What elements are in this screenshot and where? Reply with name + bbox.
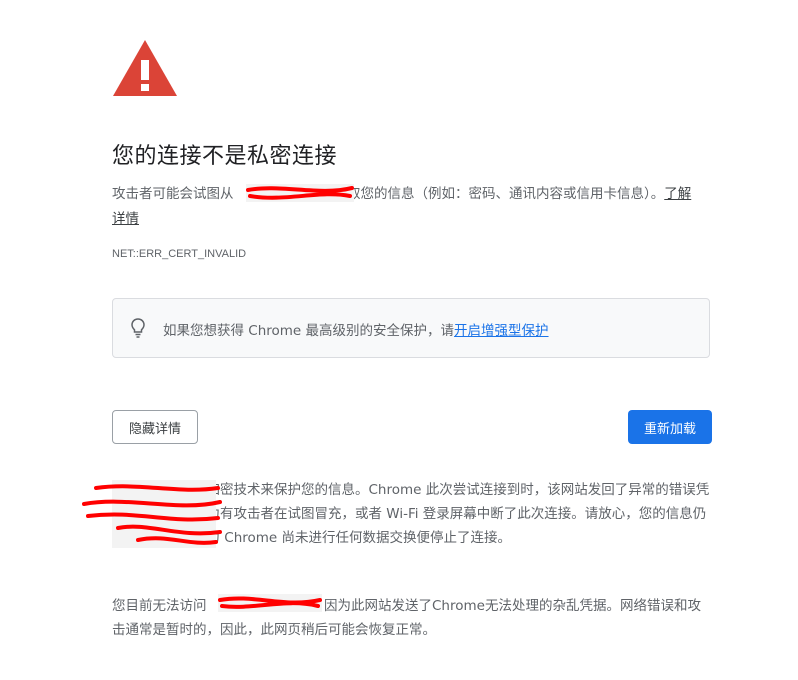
details-text-2: 您目前无法访问 ，因为此网站发送了Chrome无法处理的杂乱凭据。网络错误和攻击通… (112, 594, 712, 642)
desc-text-before: 攻击者可能会试图从 (112, 186, 234, 202)
hide-details-button[interactable]: 隐藏详情 (112, 410, 198, 444)
reload-button[interactable]: 重新加载 (628, 410, 712, 444)
warning-icon (113, 40, 177, 96)
enhanced-protection-link[interactable]: 开启增强型保护 (454, 323, 549, 339)
page-title: 您的连接不是私密连接 (112, 144, 338, 169)
details-text-1: 网站通常会使用加密技术来保护您的信息。Chrome 此次尝试连接到时，该网站发回… (112, 482, 710, 546)
details-text-2-before: 您目前无法访问 (112, 598, 207, 614)
protection-tip-box: 如果您想获得 Chrome 最高级别的安全保护，请开启增强型保护 (112, 298, 710, 358)
details-paragraph-1: 网站通常会使用加密技术来保护您的信息。Chrome 此次尝试连接到时，该网站发回… (112, 478, 712, 550)
desc-text-after: 窃取您的信息（例如：密码、通讯内容或信用卡信息）。 (333, 186, 665, 202)
error-description: 攻击者可能会试图从 窃取您的信息（例如：密码、通讯内容或信用卡信息）。了解详情 (112, 182, 697, 232)
details-paragraph-2: 您目前无法访问 ，因为此网站发送了Chrome无法处理的杂乱凭据。网络错误和攻击通… (112, 594, 712, 642)
lightbulb-icon (131, 318, 145, 338)
protection-tip-label: 如果您想获得 Chrome 最高级别的安全保护，请 (163, 323, 455, 339)
error-code: NET::ERR_CERT_INVALID (112, 248, 247, 260)
protection-tip-text: 如果您想获得 Chrome 最高级别的安全保护，请开启增强型保护 (163, 319, 549, 339)
